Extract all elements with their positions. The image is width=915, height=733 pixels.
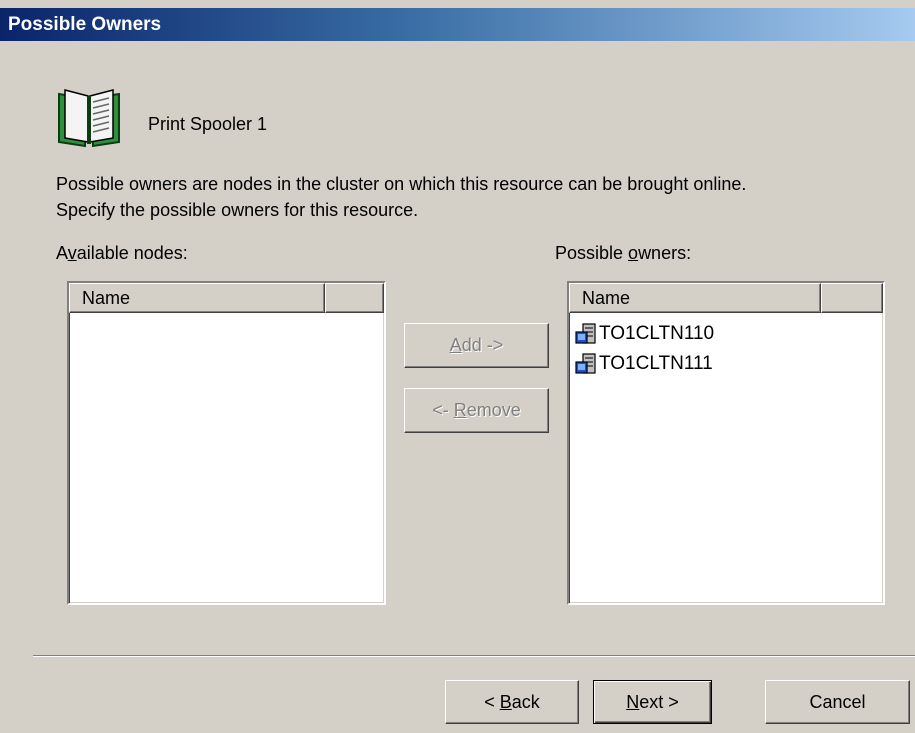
column-header-name[interactable]: Name [569,283,821,313]
next-button[interactable]: Next > [593,680,712,724]
possible-owners-dialog: Possible Owners Print Spooler 1 Possible… [0,0,915,733]
description-line2: Specify the possible owners for this res… [56,200,419,220]
title-bar: Possible Owners [0,8,915,41]
remove-button[interactable]: <- Remove [404,388,549,433]
list-item[interactable]: TO1CLTN110 [569,319,883,349]
separator [33,655,915,657]
resource-name: Print Spooler 1 [148,114,268,134]
node-name: TO1CLTN111 [599,353,713,374]
cluster-node-icon [575,323,596,344]
window-title: Possible Owners [8,13,162,35]
node-name: TO1CLTN110 [599,323,715,344]
add-button[interactable]: Add -> [404,323,549,368]
list-item[interactable]: TO1CLTN111 [569,349,883,379]
possible-owners-list[interactable]: Name TO1CLTN110 TO1CLTN111 [567,281,885,605]
description-line1: Possible owners are nodes in the cluster… [56,174,747,194]
column-header-extra[interactable] [821,283,883,313]
column-header-extra[interactable] [325,283,384,313]
book-icon [55,86,123,148]
back-button[interactable]: < Back [445,680,579,724]
list-header: Name [569,283,883,313]
cancel-button[interactable]: Cancel [765,680,910,724]
list-header: Name [69,283,384,313]
possible-owners-label: Possible owners: [555,243,692,263]
available-nodes-list[interactable]: Name [67,281,386,605]
cluster-node-icon [575,353,596,374]
column-header-name[interactable]: Name [69,283,325,313]
available-nodes-label: Available nodes: [56,243,188,263]
